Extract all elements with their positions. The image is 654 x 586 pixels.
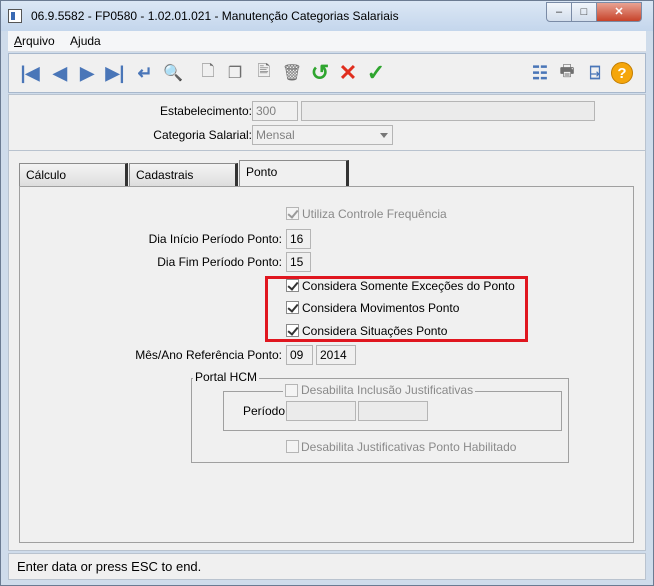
help-button[interactable]: ? (609, 60, 635, 86)
mes-ano-label: Mês/Ano Referência Ponto: (135, 348, 282, 362)
header-panel: Estabelecimento: 300 Categoria Salarial:… (8, 94, 646, 151)
help-icon: ? (611, 62, 633, 84)
save-icon[interactable]: ✓ (363, 60, 389, 86)
delete-icon[interactable]: 🗑 (279, 60, 305, 86)
maximize-button[interactable]: □ (571, 2, 597, 22)
app-icon[interactable] (8, 9, 22, 23)
window-title: 06.9.5582 - FP0580 - 1.02.01.021 - Manut… (31, 9, 399, 23)
periodo-fim-field[interactable] (358, 401, 428, 421)
considera-movimentos-label: Considera Movimentos Ponto (302, 301, 460, 315)
categoria-combo[interactable]: Mensal (252, 125, 393, 145)
minimize-button[interactable]: – (546, 2, 572, 22)
desabilita-inclusao-checkbox[interactable] (285, 383, 298, 397)
portal-hcm-legend: Portal HCM (193, 370, 260, 384)
dia-inicio-label: Dia Início Período Ponto: (148, 232, 282, 246)
prev-record-icon[interactable]: ◀ (47, 60, 73, 86)
close-button[interactable]: ✕ (596, 2, 642, 22)
dia-fim-field[interactable]: 15 (286, 252, 311, 272)
mes-field[interactable]: 09 (286, 345, 313, 365)
considera-excecoes-label: Considera Somente Exceções do Ponto (302, 279, 515, 293)
tree-icon[interactable]: ☷ (527, 60, 553, 86)
cancel-icon[interactable]: ✕ (335, 60, 361, 86)
dia-inicio-field[interactable]: 16 (286, 229, 311, 249)
tab-cadastrais[interactable]: Cadastrais (129, 163, 238, 187)
desabilita-justificativas-checkbox[interactable] (286, 440, 299, 453)
application-window: 06.9.5582 - FP0580 - 1.02.01.021 - Manut… (0, 0, 654, 586)
menu-ajuda[interactable]: Ajuda (70, 34, 101, 48)
next-record-icon[interactable]: ▶ (74, 60, 100, 86)
toolbar: |◀ ◀ ▶ ▶| ↵ 🔍 🗋 ❐ 🖹 🗑 ↺ ✕ ✓ ☷ 🖶 ⍈ ? (8, 53, 646, 93)
exit-icon[interactable]: ⍈ (582, 60, 608, 86)
menu-arquivo[interactable]: Arquivo (14, 34, 55, 48)
menu-bar: Arquivo Ajuda (8, 31, 646, 52)
considera-movimentos-checkbox[interactable] (286, 301, 299, 314)
last-record-icon[interactable]: ▶| (102, 60, 128, 86)
edit-icon[interactable]: 🖹 (251, 60, 277, 86)
undo-icon[interactable]: ↺ (307, 60, 333, 86)
copy-icon[interactable]: ❐ (222, 60, 248, 86)
first-record-icon[interactable]: |◀ (17, 60, 43, 86)
new-record-icon[interactable]: 🗋 (195, 60, 221, 86)
estabelecimento-label: Estabelecimento: (159, 104, 252, 118)
desabilita-inclusao-label: Desabilita Inclusão Justificativas (301, 383, 474, 397)
categoria-value: Mensal (256, 128, 295, 142)
search-icon[interactable]: 🔍 (160, 60, 186, 86)
desabilita-justificativas-label: Desabilita Justificativas Ponto Habilita… (301, 440, 517, 454)
utiliza-controle-label: Utiliza Controle Frequência (302, 207, 447, 221)
menu-ajuda-label-start: A (70, 34, 79, 48)
goto-icon[interactable]: ↵ (132, 60, 158, 86)
menu-arquivo-label: rquivo (22, 34, 55, 48)
dia-fim-label: Dia Fim Período Ponto: (157, 255, 282, 269)
considera-situacoes-label: Considera Situações Ponto (302, 324, 448, 338)
estabelecimento-field[interactable]: 300 (252, 101, 298, 121)
tab-ponto[interactable]: Ponto (239, 160, 349, 188)
status-bar: Enter data or press ESC to end. (8, 553, 646, 580)
considera-excecoes-checkbox[interactable] (286, 279, 299, 292)
tab-calculo[interactable]: Cálculo (19, 163, 128, 187)
considera-situacoes-checkbox[interactable] (286, 324, 299, 337)
periodo-label: Período: (243, 404, 289, 418)
menu-ajuda-label: uda (80, 34, 101, 48)
print-icon[interactable]: 🖶 (554, 60, 580, 86)
ano-field[interactable]: 2014 (316, 345, 356, 365)
desabilita-inclusao-legend: Desabilita Inclusão Justificativas (283, 383, 476, 397)
categoria-label: Categoria Salarial: (153, 128, 252, 142)
estabelecimento-desc-field[interactable] (301, 101, 595, 121)
chevron-down-icon (380, 133, 388, 138)
menu-arquivo-accel: A (14, 34, 23, 48)
utiliza-controle-checkbox[interactable] (286, 207, 299, 220)
title-bar[interactable]: 06.9.5582 - FP0580 - 1.02.01.021 - Manut… (1, 1, 653, 31)
periodo-inicio-field[interactable] (286, 401, 356, 421)
